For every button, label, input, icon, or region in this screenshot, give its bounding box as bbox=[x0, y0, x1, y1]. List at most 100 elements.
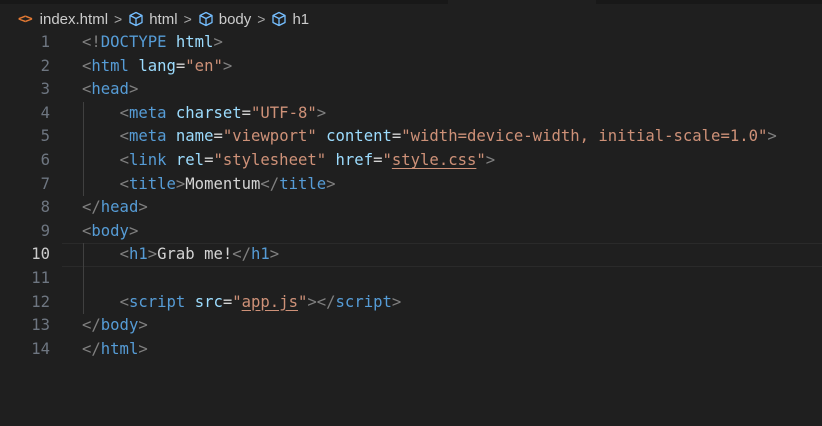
token-attr: lang bbox=[138, 56, 176, 75]
token-attr: html bbox=[175, 33, 214, 51]
line-number: 14 bbox=[31, 339, 50, 358]
code-line[interactable]: 13 </body> bbox=[0, 314, 822, 338]
token-txt: = bbox=[391, 127, 402, 146]
token-tag: html bbox=[91, 56, 129, 75]
token-br: > bbox=[485, 150, 496, 169]
code-line[interactable]: 11 bbox=[0, 267, 822, 291]
token-str: "width=device-width, initial-scale=1.0" bbox=[401, 127, 768, 146]
line-text: <script src="app.js"></script> bbox=[82, 291, 402, 315]
token-tag: h1 bbox=[251, 245, 270, 264]
code-line[interactable]: 6 <link rel="stylesheet" href="style.css… bbox=[0, 149, 822, 173]
token-br: < bbox=[82, 80, 92, 99]
code-area[interactable]: 1 <!DOCTYPE html> 2 <html lang="en"> 3 <head>… bbox=[0, 31, 822, 361]
token-tag: link bbox=[128, 150, 167, 169]
code-line[interactable]: 8 </head> bbox=[0, 196, 822, 220]
token-br: < bbox=[119, 150, 129, 169]
token-str: "stylesheet" bbox=[213, 150, 327, 169]
token-br: < bbox=[119, 292, 129, 311]
token-br: > bbox=[222, 56, 233, 75]
token-link[interactable]: app.js bbox=[242, 293, 298, 311]
chevron-right-icon: > bbox=[183, 11, 192, 27]
token-txt: = bbox=[213, 127, 223, 146]
token-br: > bbox=[138, 198, 148, 217]
token-br: > bbox=[147, 245, 158, 264]
active-tab-edge bbox=[448, 0, 596, 4]
token-attr: src bbox=[194, 292, 223, 311]
code-editor[interactable]: < > index.html > html > body > h1 1 <!DOCT… bbox=[0, 0, 822, 426]
token-tag: head bbox=[100, 198, 139, 217]
code-line[interactable]: 2 <html lang="en"> bbox=[0, 55, 822, 79]
code-line[interactable]: 1 <!DOCTYPE html> bbox=[0, 31, 822, 55]
code-line[interactable]: 5 <meta name="viewport" content="width=d… bbox=[0, 125, 822, 149]
line-number: 13 bbox=[31, 316, 50, 335]
token-br: > bbox=[128, 221, 139, 240]
code-line[interactable]: 12 <script src="app.js"></script> bbox=[0, 291, 822, 315]
breadcrumb-item-body[interactable]: body bbox=[219, 11, 252, 28]
breadcrumb-item-h1[interactable]: h1 bbox=[292, 11, 309, 28]
token-str: " bbox=[476, 150, 486, 169]
token-br: > bbox=[269, 245, 280, 264]
symbol-element-icon bbox=[128, 11, 144, 27]
token-br: > bbox=[326, 174, 336, 193]
breadcrumb-file[interactable]: index.html bbox=[40, 11, 108, 28]
line-number: 3 bbox=[40, 80, 50, 99]
code-line[interactable]: 10 <h1>Grab me!</h1> bbox=[0, 243, 822, 267]
token-br: < bbox=[119, 127, 129, 146]
token-br: > bbox=[316, 103, 327, 122]
token-attr: href bbox=[335, 150, 374, 169]
line-number: 5 bbox=[40, 127, 50, 146]
line-text: <meta name="viewport" content="width=dev… bbox=[82, 125, 777, 149]
token-tag: DOCTYPE bbox=[100, 33, 167, 51]
token-br: > bbox=[128, 80, 139, 99]
token-link[interactable]: style.css bbox=[392, 151, 477, 169]
token-tag: meta bbox=[128, 103, 167, 122]
token-br: > bbox=[767, 127, 777, 146]
token-tag: script bbox=[335, 292, 392, 311]
line-text: <meta charset="UTF-8"> bbox=[82, 102, 327, 126]
token-txt: Momentum bbox=[185, 174, 261, 193]
token-tag: h1 bbox=[128, 245, 148, 264]
token-br: > bbox=[138, 316, 148, 335]
code-line[interactable]: 7 <title>Momentum</title> bbox=[0, 173, 822, 197]
token-attr: name bbox=[175, 127, 214, 146]
token-br: < bbox=[119, 103, 129, 122]
tab-bar-edge bbox=[0, 0, 822, 4]
line-text: <html lang="en"> bbox=[82, 55, 232, 79]
token-str: "UTF-8" bbox=[251, 103, 317, 122]
token-tag: meta bbox=[128, 127, 167, 146]
token-str: " bbox=[297, 292, 308, 311]
token-tag: title bbox=[128, 174, 176, 193]
token-br: <! bbox=[82, 33, 101, 51]
line-number: 2 bbox=[40, 56, 50, 75]
line-number: 11 bbox=[31, 268, 50, 287]
indent-guide bbox=[83, 243, 84, 315]
token-br: > bbox=[138, 339, 148, 358]
line-number: 12 bbox=[31, 292, 50, 311]
code-line[interactable]: 14 </html> bbox=[0, 338, 822, 362]
indent-guide bbox=[83, 101, 84, 197]
token-str: " bbox=[232, 292, 242, 311]
line-number: 9 bbox=[40, 221, 50, 240]
token-txt: = bbox=[222, 292, 233, 311]
breadcrumb-item-html[interactable]: html bbox=[149, 11, 177, 28]
code-line[interactable]: 3 <head> bbox=[0, 78, 822, 102]
line-number: 4 bbox=[40, 103, 50, 122]
token-txt: = bbox=[175, 56, 186, 75]
token-tag: title bbox=[279, 174, 327, 193]
line-number: 6 bbox=[40, 150, 50, 169]
token-br: </ bbox=[82, 339, 101, 358]
token-br: < bbox=[82, 221, 92, 240]
token-br: </ bbox=[232, 245, 252, 264]
line-number: 7 bbox=[40, 174, 50, 193]
token-str: "en" bbox=[185, 56, 223, 75]
code-line[interactable]: 9 <body> bbox=[0, 220, 822, 244]
code-line[interactable]: 4 <meta charset="UTF-8"> bbox=[0, 102, 822, 126]
